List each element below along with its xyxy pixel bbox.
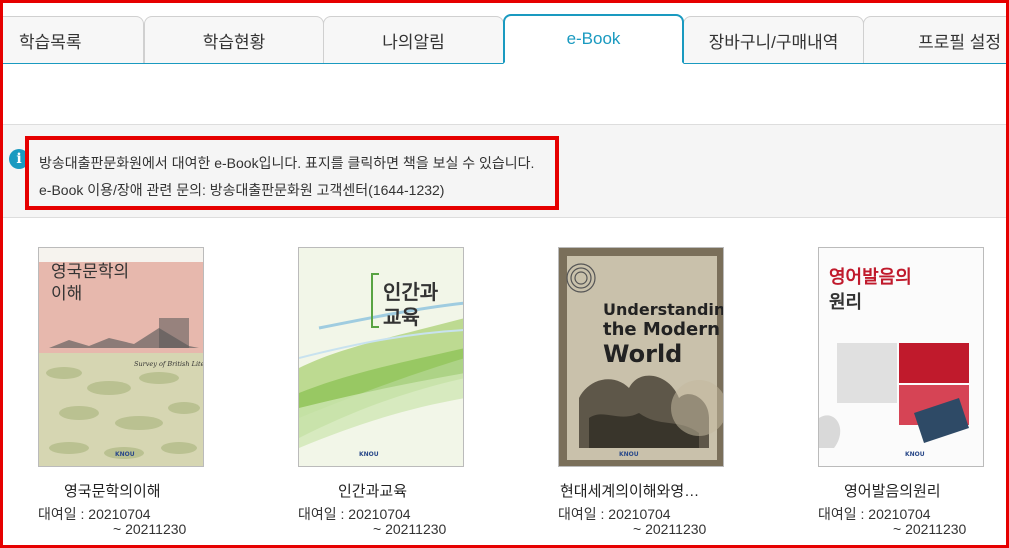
cover-subtitle: Survey of British Literature	[134, 360, 204, 368]
tab-label: 나의알림	[382, 32, 445, 52]
book-cover[interactable]: 영국문학의 이해 Survey of British Literature KN…	[38, 247, 204, 467]
tab-cart-purchases[interactable]: 장바구니/구매내역	[683, 16, 864, 63]
tab-profile-settings[interactable]: 프로필 설정	[863, 16, 1009, 63]
cover-title-1: Understanding	[603, 300, 724, 319]
book-cover[interactable]: 영어발음의 원리 KNOU	[818, 247, 984, 467]
book-title[interactable]: 영국문학의이해	[64, 480, 161, 501]
tab-label: 장바구니/구매내역	[708, 32, 839, 52]
tab-label: 학습현황	[202, 32, 266, 52]
book-cover-art: Understanding the Modern World KNOU	[559, 248, 724, 466]
book-title[interactable]: 인간과교육	[338, 480, 407, 501]
publisher-logo: KNOU	[115, 451, 135, 458]
rental-date: 대여일 : 20210704	[38, 506, 151, 522]
tab-my-notifications[interactable]: 나의알림	[323, 16, 504, 63]
notice-box: 방송대출판문화원에서 대여한 e-Book입니다. 표지를 클릭하면 책을 보실…	[25, 136, 559, 210]
book-cover-art: 인간과 교육 KNOU	[299, 248, 463, 466]
tab-label: 학습목록	[19, 32, 82, 52]
rental-period: 대여일 : 20210704 ~ 20211230	[38, 507, 186, 537]
cover-title-2: 이해	[51, 284, 82, 304]
book-cover-art: 영어발음의 원리 KNOU	[819, 248, 983, 466]
publisher-logo: KNOU	[905, 451, 925, 458]
cover-title-2: the Modern	[603, 319, 720, 340]
rental-date: 대여일 : 20210704	[818, 506, 931, 522]
info-icon-glyph: i	[16, 151, 22, 167]
book-title[interactable]: 현대세계의이해와영…	[560, 480, 699, 501]
cover-title-1: 영어발음의	[829, 267, 912, 288]
publisher-logo: KNOU	[359, 451, 379, 458]
tab-learning-list[interactable]: 학습목록	[1, 16, 144, 63]
rental-date: 대여일 : 20210704	[298, 506, 411, 522]
book-cover-art: 영국문학의 이해 Survey of British Literature KN…	[39, 248, 204, 466]
notice-line-1: 방송대출판문화원에서 대여한 e-Book입니다. 표지를 클릭하면 책을 보실…	[39, 155, 535, 171]
rental-end-date: ~ 20211230	[633, 521, 707, 537]
rental-date: 대여일 : 20210704	[558, 506, 671, 522]
notice-line-2: e-Book 이용/장애 관련 문의: 방송대출판문화원 고객센터(1644-1…	[39, 182, 445, 198]
cover-title-1: 인간과	[383, 280, 439, 304]
book-title[interactable]: 영어발음의원리	[844, 480, 941, 501]
book-cover[interactable]: 인간과 교육 KNOU	[298, 247, 464, 467]
tab-learning-status[interactable]: 학습현황	[144, 16, 324, 63]
cover-title-2: 원리	[829, 292, 862, 313]
rental-period: 대여일 : 20210704 ~ 20211230	[298, 507, 446, 537]
notice-banner: i 방송대출판문화원에서 대여한 e-Book입니다. 표지를 클릭하면 책을 …	[3, 124, 1006, 218]
tab-ebook[interactable]: e-Book	[503, 14, 684, 64]
publisher-logo: KNOU	[619, 451, 639, 458]
cover-title-1: 영국문학의	[51, 262, 129, 282]
tab-label: 프로필 설정	[918, 32, 1001, 52]
book-cover[interactable]: Understanding the Modern World KNOU	[558, 247, 724, 467]
rental-end-date: ~ 20211230	[113, 521, 187, 537]
cover-title-2: 교육	[383, 305, 420, 329]
rental-end-date: ~ 20211230	[373, 521, 447, 537]
cover-title-3: World	[603, 340, 682, 368]
rental-period: 대여일 : 20210704 ~ 20211230	[558, 507, 706, 537]
tab-bar: 학습목록 학습현황 나의알림 e-Book 장바구니/구매내역 프로필 설정	[1, 14, 1009, 64]
rental-end-date: ~ 20211230	[893, 521, 967, 537]
tab-label: e-Book	[566, 29, 621, 48]
rental-period: 대여일 : 20210704 ~ 20211230	[818, 507, 966, 537]
